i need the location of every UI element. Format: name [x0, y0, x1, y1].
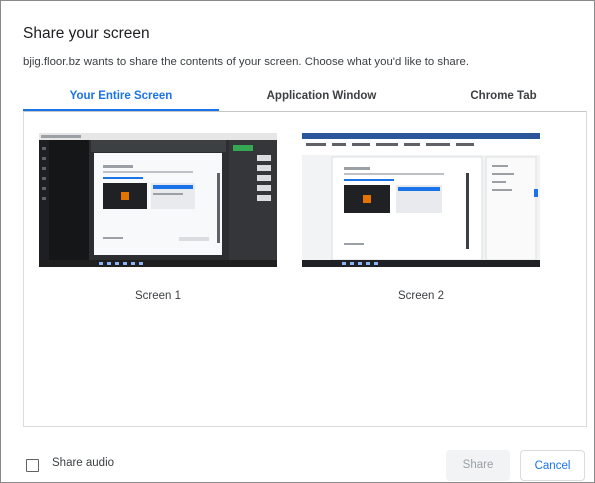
- screen-picker-panel: Screen 1 Screen 2: [23, 111, 587, 427]
- cancel-button[interactable]: Cancel: [520, 450, 585, 481]
- tab-bar: Your Entire Screen Application Window Ch…: [23, 85, 583, 111]
- screen-2-label: Screen 2: [397, 290, 445, 302]
- screen-2-thumbnail[interactable]: [302, 133, 540, 267]
- dialog-title: Share your screen: [23, 25, 150, 42]
- share-screen-dialog: Share your screen bjig.floor.bz wants to…: [0, 0, 595, 483]
- tab-entire-screen[interactable]: Your Entire Screen: [23, 85, 219, 111]
- tab-application-window[interactable]: Application Window: [219, 85, 424, 111]
- dialog-subtitle: bjig.floor.bz wants to share the content…: [23, 56, 470, 68]
- share-audio-label: Share audio: [52, 457, 115, 469]
- share-button[interactable]: Share: [446, 450, 510, 481]
- tab-chrome-tab[interactable]: Chrome Tab: [424, 85, 583, 111]
- screen-1-label: Screen 1: [134, 290, 182, 302]
- share-audio-checkbox[interactable]: [26, 459, 39, 472]
- screen-1-thumbnail[interactable]: [39, 133, 277, 267]
- screen-1-preview: [39, 133, 277, 267]
- screen-2-preview: [302, 133, 540, 267]
